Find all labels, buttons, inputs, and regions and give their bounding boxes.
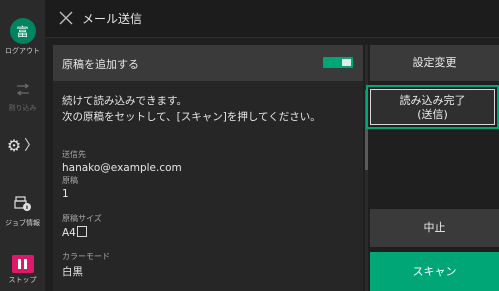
original-count-field: 原稿 1	[62, 175, 78, 200]
toggle-knob	[342, 59, 351, 66]
color-mode-value: 白黒	[62, 266, 83, 278]
job-info-button[interactable]: ジョブ情報	[0, 196, 45, 228]
stop-icon	[11, 255, 34, 273]
interrupt-icon	[16, 83, 29, 96]
settings-change-button[interactable]: 設定変更	[370, 45, 499, 81]
destination-field: 送信先 hanako@example.com	[62, 149, 182, 174]
interrupt-label: 割り込み	[8, 104, 37, 112]
destination-label: 送信先	[62, 150, 86, 159]
original-size-field: 原稿サイズ A4	[62, 213, 102, 239]
orientation-icon	[76, 226, 87, 237]
interrupt-button: 割り込み	[0, 82, 45, 113]
logout-button[interactable]: 富 ログアウト	[0, 18, 45, 56]
stop-button[interactable]: ストップ	[0, 254, 45, 285]
chevron-right-icon: 〉	[24, 138, 39, 154]
settings-nav-button[interactable]: ⚙ 〉	[0, 132, 45, 158]
message-line-2: 次の原稿をセットして、[スキャン]を押してください。	[62, 111, 321, 123]
original-size-label: 原稿サイズ	[62, 214, 102, 223]
message-line-1: 続けて読み込みできます。	[62, 95, 187, 107]
finish-label-2: (送信)	[417, 108, 448, 121]
destination-value: hanako@example.com	[62, 162, 182, 174]
avatar: 富	[9, 18, 36, 44]
add-original-row[interactable]: 原稿を追加する	[53, 45, 363, 81]
scan-button[interactable]: スキャン	[370, 252, 499, 291]
job-info-icon	[13, 196, 31, 211]
original-size-row: A4	[62, 226, 102, 239]
instruction-message: 続けて読み込みできます。 次の原稿をセットして、[スキャン]を押してください。	[62, 93, 321, 125]
color-mode-label: カラーモード	[62, 252, 110, 261]
close-icon[interactable]	[57, 9, 75, 27]
logout-label: ログアウト	[5, 47, 40, 55]
finish-label-1: 読み込み完了	[399, 94, 466, 107]
original-count-label: 原稿	[62, 176, 78, 185]
sidebar: 富 ログアウト 割り込み ⚙ 〉 ジョブ情報 ストップ	[0, 0, 45, 291]
add-original-toggle[interactable]	[323, 57, 353, 68]
color-mode-field: カラーモード 白黒	[62, 251, 110, 279]
page-title: メール送信	[82, 12, 143, 26]
job-info-label: ジョブ情報	[5, 219, 40, 227]
add-original-label: 原稿を追加する	[62, 58, 139, 71]
stop-label: ストップ	[8, 276, 37, 284]
finish-scan-button[interactable]: 読み込み完了 (送信)	[370, 89, 495, 125]
gear-icon: ⚙	[6, 135, 22, 155]
original-size-value: A4	[62, 227, 76, 239]
cancel-button[interactable]: 中止	[370, 209, 499, 247]
job-panel: 原稿を追加する 続けて読み込みできます。 次の原稿をセットして、[スキャン]を押…	[53, 45, 363, 291]
original-count-value: 1	[62, 188, 69, 200]
header-bar: メール送信	[45, 0, 499, 38]
